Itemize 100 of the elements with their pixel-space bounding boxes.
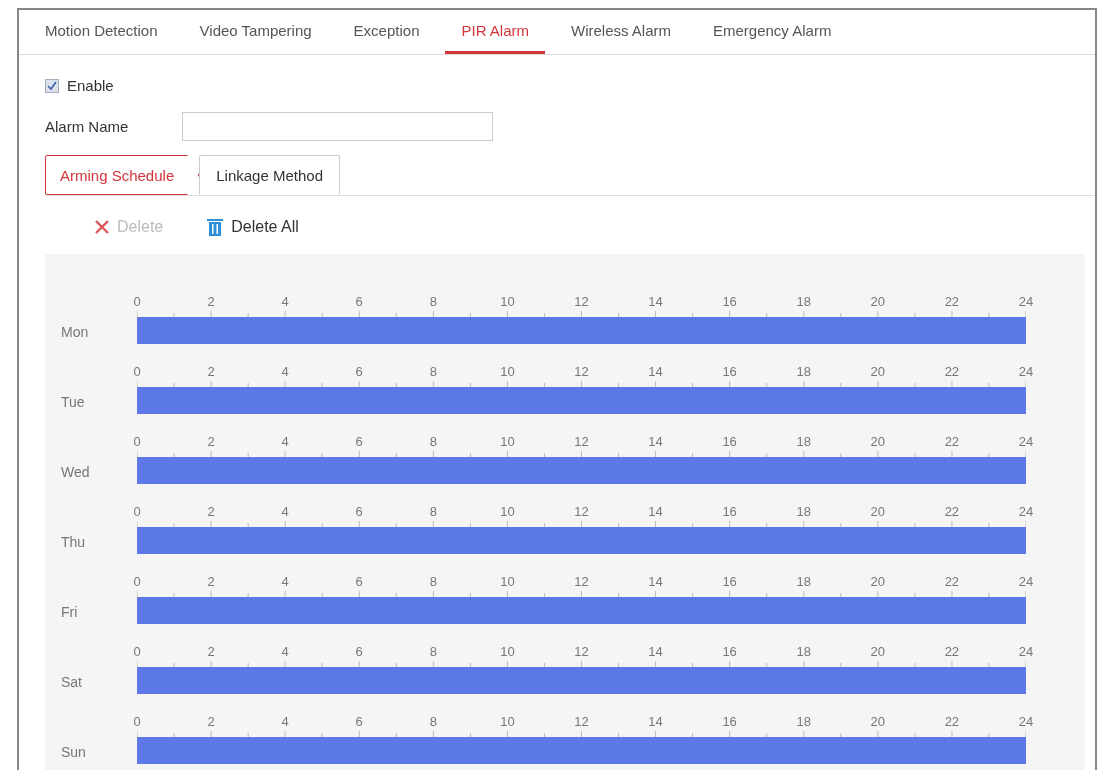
- hour-label: 4: [280, 714, 290, 729]
- hour-label: 0: [132, 294, 142, 309]
- day-label: Sat: [60, 674, 83, 692]
- hour-label: 6: [354, 574, 364, 589]
- hour-label: 14: [647, 294, 664, 309]
- hour-label: 2: [206, 504, 216, 519]
- hour-label: 16: [721, 714, 738, 729]
- hour-label: 14: [647, 644, 664, 659]
- hour-label: 8: [428, 644, 438, 659]
- hour-label: 0: [132, 574, 142, 589]
- hour-label: 12: [573, 574, 590, 589]
- armed-time-bar[interactable]: [137, 597, 1026, 624]
- hour-label: 14: [647, 714, 664, 729]
- hour-label: 0: [132, 364, 142, 379]
- armed-time-bar[interactable]: [137, 667, 1026, 694]
- hour-label: 24: [1017, 574, 1035, 589]
- day-label: Thu: [60, 534, 87, 552]
- hour-label: 16: [721, 434, 738, 449]
- hour-label: 12: [573, 294, 590, 309]
- armed-time-bar[interactable]: [137, 527, 1026, 554]
- armed-time-bar[interactable]: [137, 737, 1026, 764]
- hour-label: 20: [869, 294, 886, 309]
- hour-label: 22: [943, 504, 961, 519]
- hour-label: 2: [206, 294, 216, 309]
- trash-icon: [207, 218, 224, 236]
- hour-label: 22: [943, 574, 961, 589]
- checkbox-label: Enable: [67, 77, 114, 94]
- input-field[interactable]: [182, 112, 494, 141]
- hour-label: 4: [280, 504, 290, 519]
- hour-label: 20: [869, 714, 886, 729]
- hour-label: 8: [428, 714, 438, 729]
- hour-label: 10: [499, 714, 516, 729]
- tab[interactable]: Motion Detection: [29, 10, 174, 54]
- hour-label: 12: [573, 364, 590, 379]
- hour-label: 10: [499, 644, 516, 659]
- hour-label: 2: [206, 574, 216, 589]
- hour-label: 14: [647, 574, 664, 589]
- hour-label: 8: [428, 364, 438, 379]
- hour-label: 20: [869, 434, 886, 449]
- hour-label: 0: [132, 644, 142, 659]
- hour-label: 14: [647, 434, 664, 449]
- hour-label: 20: [869, 504, 886, 519]
- hour-label: 2: [206, 434, 216, 449]
- hour-label: 24: [1017, 364, 1035, 379]
- tab[interactable]: Exception: [337, 10, 436, 54]
- hour-label: 4: [280, 364, 290, 379]
- hour-label: 14: [647, 504, 664, 519]
- tab[interactable]: Wireless Alarm: [555, 10, 687, 54]
- day-label: Fri: [60, 604, 79, 622]
- hour-label: 8: [428, 504, 438, 519]
- hour-label: 18: [795, 574, 812, 589]
- hour-label: 8: [428, 574, 438, 589]
- hour-label: 16: [721, 504, 738, 519]
- delete-all-button[interactable]: Delete All: [207, 218, 299, 236]
- hour-label: 22: [943, 434, 961, 449]
- hour-label: 22: [943, 644, 961, 659]
- step-tab[interactable]: Linkage Method: [199, 155, 340, 195]
- hour-label: 24: [1017, 294, 1035, 309]
- checkbox[interactable]: [45, 78, 59, 93]
- armed-time-bar[interactable]: [137, 387, 1026, 414]
- hour-label: 0: [132, 434, 142, 449]
- hour-label: 12: [573, 644, 590, 659]
- hour-label: 4: [280, 434, 290, 449]
- hour-label: 18: [795, 364, 812, 379]
- hour-label: 22: [943, 294, 961, 309]
- hour-label: 18: [795, 434, 812, 449]
- hour-label: 16: [721, 364, 738, 379]
- day-label: Wed: [60, 464, 91, 482]
- armed-time-bar[interactable]: [137, 457, 1026, 484]
- hour-label: 10: [499, 504, 516, 519]
- day-label: Mon: [60, 324, 90, 342]
- field-label: Alarm Name: [45, 118, 129, 135]
- hour-label: 20: [869, 644, 886, 659]
- hour-label: 16: [721, 574, 738, 589]
- hour-label: 20: [869, 574, 886, 589]
- hour-label: 16: [721, 644, 738, 659]
- hour-label: 10: [499, 364, 516, 379]
- hour-label: 4: [280, 574, 290, 589]
- hour-label: 24: [1017, 504, 1035, 519]
- tab[interactable]: PIR Alarm: [445, 10, 545, 54]
- hour-label: 0: [132, 714, 142, 729]
- hour-label: 18: [795, 504, 812, 519]
- hour-label: 24: [1017, 714, 1035, 729]
- hour-label: 10: [499, 574, 516, 589]
- hour-label: 4: [280, 294, 290, 309]
- hour-label: 14: [647, 364, 664, 379]
- day-label: Sun: [60, 744, 87, 762]
- armed-time-bar[interactable]: [137, 317, 1026, 344]
- tab[interactable]: Emergency Alarm: [697, 10, 848, 54]
- day-label: Tue: [60, 394, 86, 412]
- tab[interactable]: Video Tampering: [183, 10, 328, 54]
- hour-label: 8: [428, 434, 438, 449]
- hour-label: 6: [354, 644, 364, 659]
- hour-label: 22: [943, 714, 961, 729]
- hour-label: 2: [206, 714, 216, 729]
- hour-label: 4: [280, 644, 290, 659]
- hour-label: 24: [1017, 434, 1035, 449]
- hour-label: 6: [354, 364, 364, 379]
- hour-label: 12: [573, 714, 590, 729]
- hour-label: 24: [1017, 644, 1035, 659]
